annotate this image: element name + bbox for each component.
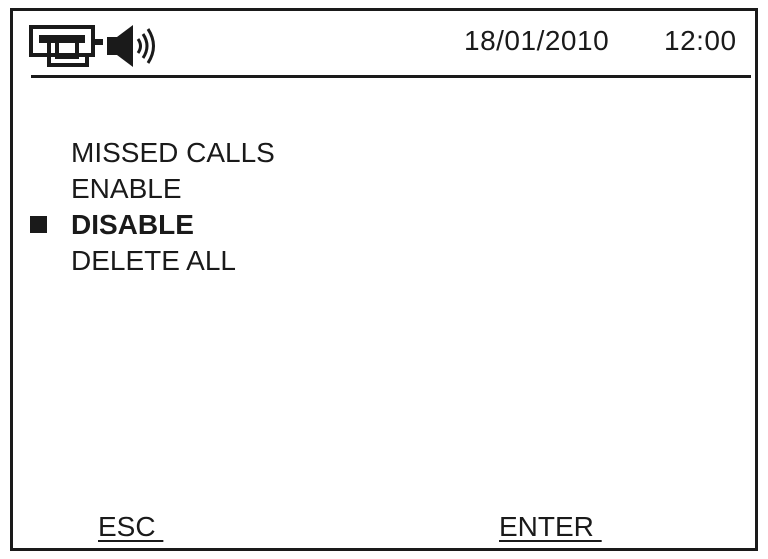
speaker-volume-icon (107, 25, 155, 67)
missed-calls-menu: MISSED CALLS ENABLE DISABLE DELETE ALL (13, 135, 755, 279)
phone-line-icon (29, 25, 103, 67)
status-date: 18/01/2010 (464, 25, 610, 56)
status-time: 12:00 (664, 25, 737, 56)
menu-item-label: DISABLE (71, 209, 194, 240)
menu-item-delete-all[interactable]: DELETE ALL (13, 243, 755, 279)
menu-item-enable[interactable]: ENABLE (13, 171, 755, 207)
phone-display-screen: 18/01/2010 12:00 MISSED CALLS ENABLE DIS… (10, 8, 758, 551)
selection-marker-icon (30, 216, 47, 233)
enter-softkey[interactable]: ENTER (499, 511, 602, 543)
menu-item-label: DELETE ALL (71, 245, 236, 276)
status-divider (31, 75, 751, 78)
menu-item-disable[interactable]: DISABLE (13, 207, 755, 243)
status-bar: 18/01/2010 12:00 (13, 11, 755, 78)
menu-title: MISSED CALLS (13, 135, 755, 171)
menu-item-label: ENABLE (71, 173, 182, 204)
menu-title-label: MISSED CALLS (71, 137, 275, 168)
esc-softkey[interactable]: ESC (98, 511, 163, 543)
